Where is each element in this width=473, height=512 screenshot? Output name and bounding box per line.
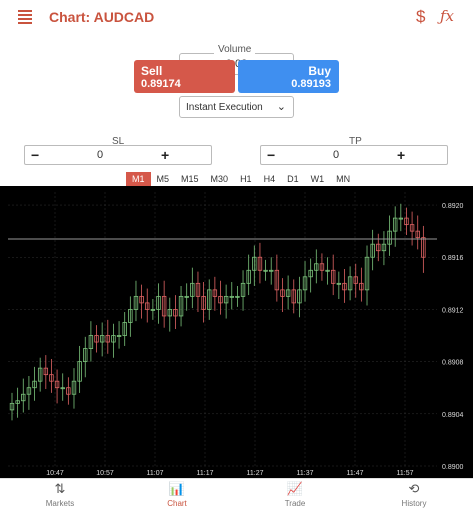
- x-tick-label: 11:17: [197, 470, 214, 477]
- y-tick-label: 0.8904: [442, 412, 464, 419]
- tp-value[interactable]: 0: [311, 149, 361, 161]
- x-tick-label: 11:47: [347, 470, 364, 477]
- nav-label: Chart: [167, 499, 187, 508]
- app-header: Chart: AUDCAD $ ƒx: [0, 0, 473, 36]
- y-tick-label: 0.8912: [442, 307, 464, 314]
- x-tick-label: 10:57: [96, 470, 114, 477]
- x-tick-label: 11:57: [397, 470, 414, 477]
- x-tick-label: 11:37: [297, 470, 314, 477]
- tab-timeframe-mn[interactable]: MN: [330, 172, 356, 186]
- execution-select[interactable]: Instant Execution ⌄: [179, 96, 294, 118]
- execution-value: Instant Execution: [186, 102, 263, 113]
- tab-timeframe-m1[interactable]: M1: [126, 172, 151, 186]
- tab-timeframe-d1[interactable]: D1: [281, 172, 305, 186]
- x-tick-label: 10:47: [46, 470, 64, 477]
- sl-plus-button[interactable]: +: [161, 147, 169, 163]
- buy-label: Buy: [308, 64, 331, 78]
- tab-timeframe-h1[interactable]: H1: [234, 172, 258, 186]
- candlestick-chart: 0.8920 0.8916 0.8912 0.8908 0.8904 0.8900 10:4…: [8, 192, 464, 477]
- nav-label: Markets: [45, 499, 75, 508]
- sl-stepper: − 0 +: [24, 145, 212, 165]
- candlestick-icon: 📊: [168, 481, 186, 496]
- dollar-icon[interactable]: $: [416, 7, 425, 27]
- nav-label: History: [401, 499, 427, 508]
- nav-label: Trade: [284, 499, 306, 508]
- tab-timeframe-h4[interactable]: H4: [258, 172, 282, 186]
- sell-price: 0.89174: [141, 78, 181, 90]
- y-tick-label: 0.8908: [442, 360, 464, 367]
- x-tick-label: 11:27: [247, 470, 264, 477]
- tp-minus-button[interactable]: −: [267, 147, 275, 163]
- function-icon[interactable]: ƒx: [440, 7, 454, 25]
- tab-timeframe-m5[interactable]: M5: [151, 172, 176, 186]
- buy-button[interactable]: Buy 0.89193: [238, 60, 339, 93]
- x-tick-label: 11:07: [147, 470, 164, 477]
- tab-timeframe-m30[interactable]: M30: [205, 172, 235, 186]
- trend-line-icon: 📈: [286, 481, 304, 496]
- y-tick-label: 0.8920: [442, 203, 464, 210]
- chevron-down-icon: ⌄: [276, 101, 286, 113]
- sell-button[interactable]: Sell 0.89174: [134, 60, 235, 93]
- history-icon: ⟲: [408, 481, 420, 496]
- nav-item-markets[interactable]: ⇅ Markets: [20, 481, 100, 508]
- buy-price: 0.89193: [291, 78, 331, 90]
- sl-minus-button[interactable]: −: [31, 147, 39, 163]
- y-tick-label: 0.8916: [442, 255, 464, 262]
- nav-item-history[interactable]: ⟲ History: [374, 481, 454, 508]
- tab-timeframe-m15[interactable]: M15: [175, 172, 205, 186]
- sl-value[interactable]: 0: [75, 149, 125, 161]
- tp-stepper: − 0 +: [260, 145, 448, 165]
- price-chart[interactable]: 0.8920 0.8916 0.8912 0.8908 0.8904 0.8900 10:4…: [0, 186, 473, 478]
- menu-icon[interactable]: [18, 10, 32, 24]
- tab-timeframe-w1[interactable]: W1: [305, 172, 331, 186]
- nav-item-trade[interactable]: 📈 Trade: [255, 481, 335, 508]
- nav-item-chart[interactable]: 📊 Chart: [137, 481, 217, 508]
- bottom-nav: ⇅ Markets 📊 Chart 📈 Trade ⟲ History: [0, 478, 473, 512]
- volume-label: Volume: [214, 44, 256, 55]
- tp-plus-button[interactable]: +: [397, 147, 405, 163]
- timeframe-selector: M1 M5 M15 M30 H1 H4 D1 W1 MN: [126, 172, 356, 186]
- y-tick-label: 0.8900: [442, 464, 464, 471]
- sell-label: Sell: [141, 64, 163, 78]
- page-title: Chart: AUDCAD: [49, 9, 155, 25]
- sort-arrows-icon: ⇅: [54, 481, 66, 496]
